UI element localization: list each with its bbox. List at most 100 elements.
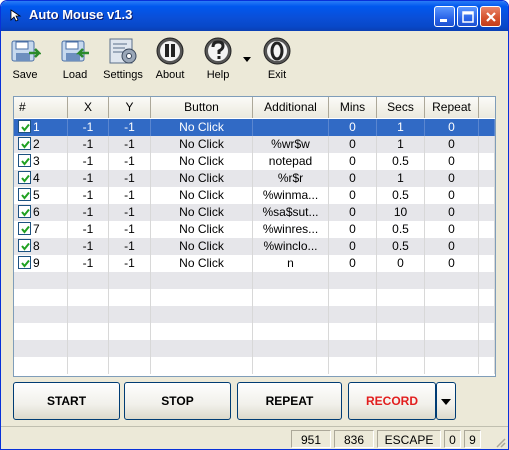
cell-y <box>109 306 151 323</box>
table-row[interactable]: 1 -1 -1 No Click 0 1 0 <box>14 119 495 136</box>
cell-x: -1 <box>68 136 109 153</box>
toolbar-load-button[interactable]: Load <box>55 33 95 85</box>
help-icon <box>204 37 232 65</box>
toolbar-about-label: About <box>155 69 185 81</box>
cell-y <box>109 272 151 289</box>
cell-x <box>68 340 109 357</box>
row-enabled-checkbox[interactable] <box>18 120 31 133</box>
toolbar-settings-button[interactable]: Settings <box>100 33 146 85</box>
chevron-down-icon[interactable] <box>243 55 251 63</box>
title-bar[interactable]: Auto Mouse v1.3 <box>1 1 508 31</box>
cell-filler <box>479 170 495 187</box>
cell-filler <box>479 272 495 289</box>
cell-repeat: 0 <box>425 238 479 255</box>
cell-num <box>14 323 68 340</box>
cell-secs <box>377 340 425 357</box>
cell-secs: 0.5 <box>377 153 425 170</box>
cell-secs: 0.5 <box>377 187 425 204</box>
row-enabled-checkbox[interactable] <box>18 256 31 269</box>
stop-button[interactable]: STOP <box>124 382 231 420</box>
table-row[interactable]: 5 -1 -1 No Click %winma... 0 0.5 0 <box>14 187 495 204</box>
cell-num <box>14 357 68 374</box>
row-enabled-checkbox[interactable] <box>18 154 31 167</box>
cell-num: 6 <box>14 204 68 221</box>
start-button[interactable]: START <box>13 382 120 420</box>
table-row[interactable]: 6 -1 -1 No Click %sa$sut... 0 10 0 <box>14 204 495 221</box>
record-button[interactable]: RECORD <box>348 382 436 420</box>
cell-mins <box>329 289 377 306</box>
cell-repeat: 0 <box>425 136 479 153</box>
column-header-repeat[interactable]: Repeat <box>425 97 479 118</box>
table-row[interactable]: 8 -1 -1 No Click %winclo... 0 0.5 0 <box>14 238 495 255</box>
row-enabled-checkbox[interactable] <box>18 239 31 252</box>
save-icon <box>11 40 41 62</box>
empty-table-row <box>14 272 495 289</box>
cell-x <box>68 306 109 323</box>
cell-x <box>68 272 109 289</box>
cell-button <box>151 340 253 357</box>
cell-num: 4 <box>14 170 68 187</box>
cell-x: -1 <box>68 119 109 136</box>
cell-y: -1 <box>109 119 151 136</box>
column-header-secs[interactable]: Secs <box>377 97 425 118</box>
cell-button: No Click <box>151 136 253 153</box>
column-header-button[interactable]: Button <box>151 97 253 118</box>
toolbar-save-label: Save <box>12 69 38 81</box>
exit-icon <box>263 37 291 65</box>
cell-x: -1 <box>68 170 109 187</box>
cell-x: -1 <box>68 255 109 272</box>
row-enabled-checkbox[interactable] <box>18 205 31 218</box>
row-enabled-checkbox[interactable] <box>18 137 31 150</box>
cell-y: -1 <box>109 238 151 255</box>
load-icon <box>61 40 89 62</box>
cell-filler <box>479 204 495 221</box>
toolbar-about-button[interactable]: About <box>150 33 190 85</box>
actions-table[interactable]: # X Y Button Additional Mins Secs Repeat… <box>13 96 496 377</box>
toolbar-exit-button[interactable]: Exit <box>257 33 297 85</box>
table-row[interactable]: 3 -1 -1 No Click notepad 0 0.5 0 <box>14 153 495 170</box>
cell-secs <box>377 289 425 306</box>
cell-num <box>14 306 68 323</box>
repeat-button[interactable]: REPEAT <box>237 382 342 420</box>
cell-secs: 1 <box>377 170 425 187</box>
column-header-y[interactable]: Y <box>109 97 151 118</box>
toolbar-save-button[interactable]: Save <box>5 33 45 85</box>
cell-filler <box>479 238 495 255</box>
status-key: ESCAPE <box>377 430 441 448</box>
toolbar-help-button[interactable]: Help <box>198 33 238 85</box>
cell-additional: %r$r <box>253 170 329 187</box>
table-row[interactable]: 7 -1 -1 No Click %winres... 0 0.5 0 <box>14 221 495 238</box>
settings-icon <box>109 38 137 64</box>
cell-y <box>109 340 151 357</box>
table-row[interactable]: 9 -1 -1 No Click n 0 0 0 <box>14 255 495 272</box>
maximize-button[interactable] <box>457 6 478 27</box>
row-enabled-checkbox[interactable] <box>18 171 31 184</box>
cell-additional <box>253 323 329 340</box>
column-header-mins[interactable]: Mins <box>329 97 377 118</box>
cell-x <box>68 357 109 374</box>
table-row[interactable]: 4 -1 -1 No Click %r$r 0 1 0 <box>14 170 495 187</box>
cell-secs: 1 <box>377 119 425 136</box>
row-enabled-checkbox[interactable] <box>18 222 31 235</box>
cell-num <box>14 272 68 289</box>
minimize-button[interactable] <box>434 6 455 27</box>
column-header-x[interactable]: X <box>68 97 109 118</box>
checkmark-icon <box>21 157 30 166</box>
column-header-num[interactable]: # <box>14 97 68 118</box>
record-dropdown-button[interactable] <box>436 382 456 420</box>
cell-num: 1 <box>14 119 68 136</box>
close-button[interactable] <box>480 6 501 27</box>
cell-filler <box>479 255 495 272</box>
cell-num: 3 <box>14 153 68 170</box>
resize-grip-icon[interactable] <box>494 436 506 448</box>
cell-mins <box>329 357 377 374</box>
row-enabled-checkbox[interactable] <box>18 188 31 201</box>
cell-repeat: 0 <box>425 119 479 136</box>
cell-button: No Click <box>151 204 253 221</box>
cell-secs: 0.5 <box>377 238 425 255</box>
column-header-additional[interactable]: Additional <box>253 97 329 118</box>
table-row[interactable]: 2 -1 -1 No Click %wr$w 0 1 0 <box>14 136 495 153</box>
cell-mins <box>329 306 377 323</box>
cell-additional <box>253 289 329 306</box>
cell-secs: 10 <box>377 204 425 221</box>
